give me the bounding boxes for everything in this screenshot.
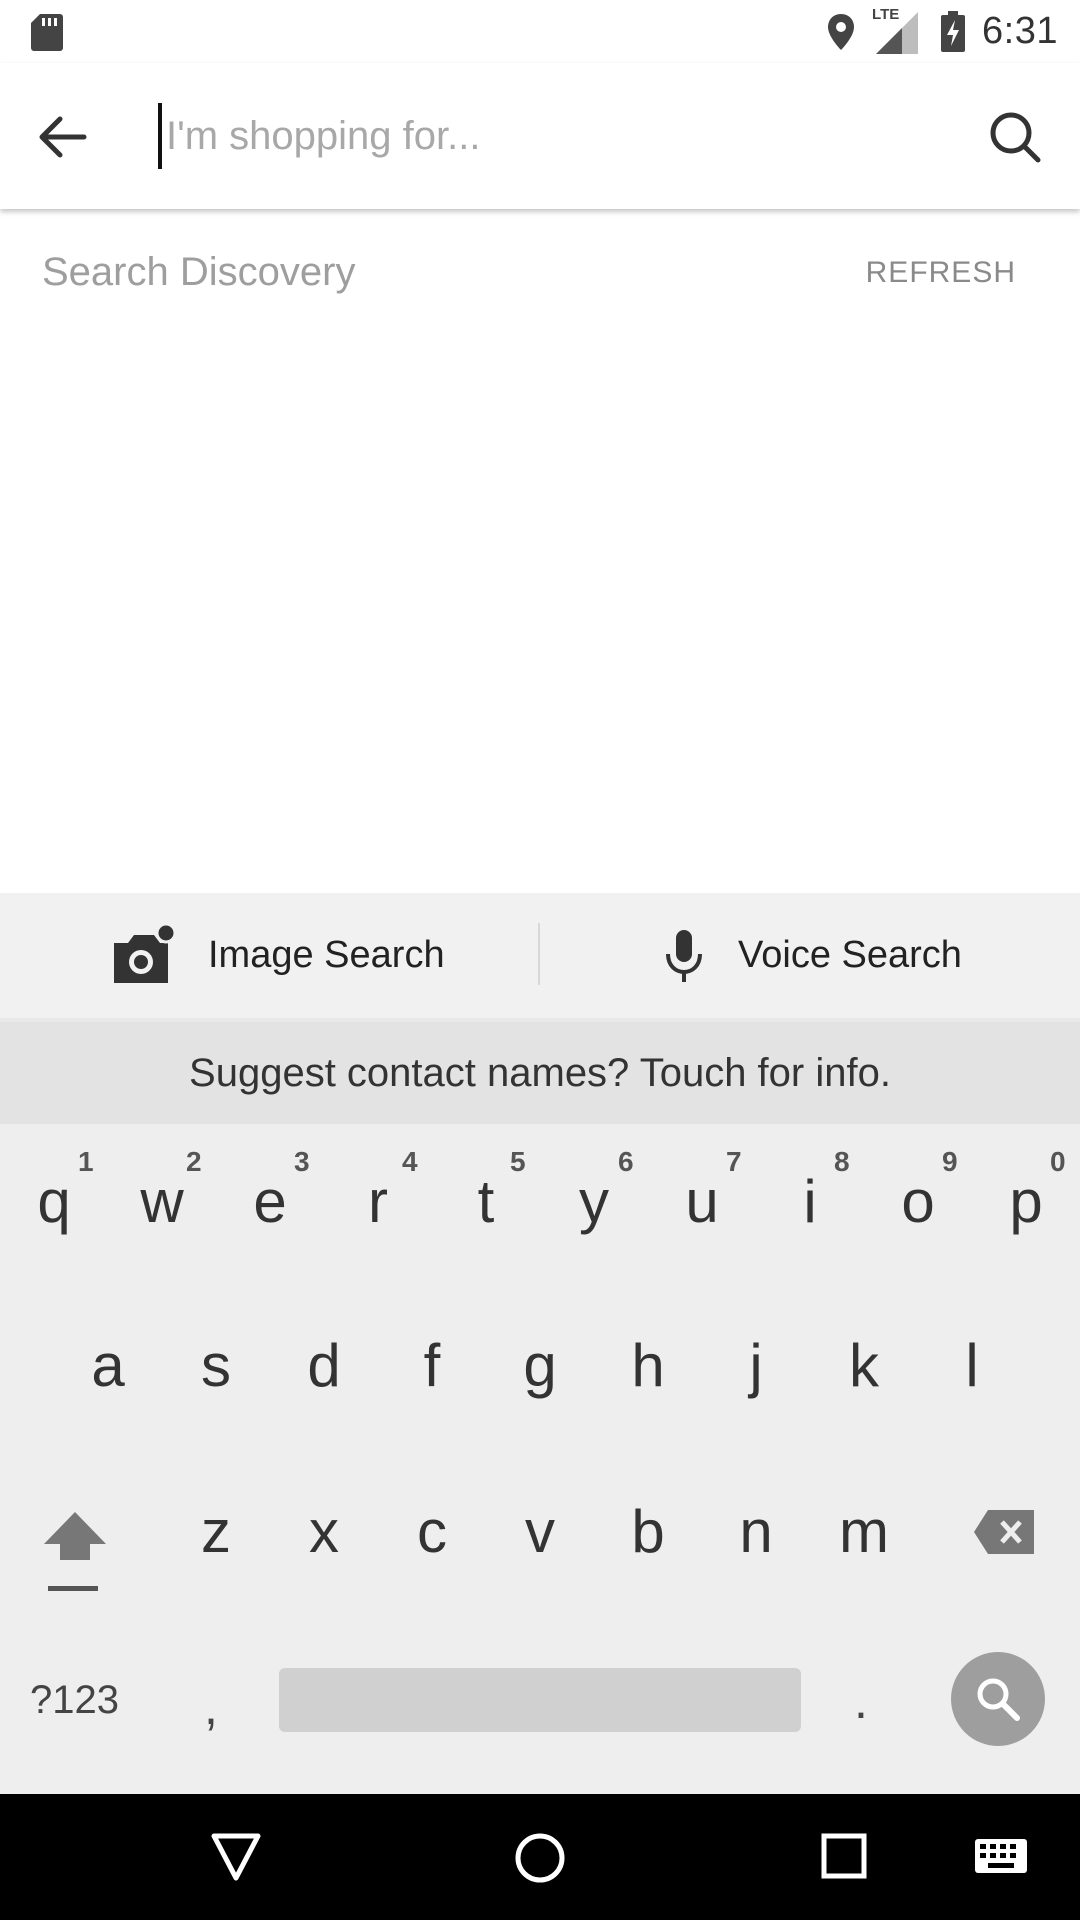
key-k[interactable]: k	[810, 1336, 918, 1396]
keyboard-icon[interactable]	[974, 1838, 1028, 1874]
key-label: a	[91, 1332, 125, 1399]
sd-card-icon	[31, 14, 63, 51]
search-discovery-title: Search Discovery	[42, 250, 356, 294]
key-label: o	[901, 1168, 935, 1235]
key-v[interactable]: v	[486, 1502, 594, 1562]
key-label: i	[803, 1168, 817, 1235]
status-bar: LTE 6:31	[0, 0, 1080, 63]
key-label: e	[253, 1168, 287, 1235]
key-h[interactable]: h	[594, 1336, 702, 1396]
symbols-key[interactable]: ?123	[30, 1678, 119, 1723]
key-label: p	[1009, 1168, 1043, 1235]
key-q[interactable]: q	[0, 1172, 108, 1232]
key-label: q	[37, 1168, 71, 1235]
key-label: y	[579, 1168, 609, 1235]
key-hint: 6	[618, 1146, 634, 1177]
key-label: c	[417, 1498, 447, 1565]
key-label: d	[307, 1332, 341, 1399]
recents-icon[interactable]	[820, 1832, 868, 1880]
voice-search-label: Voice Search	[738, 934, 962, 976]
image-search-button[interactable]: Image Search	[110, 893, 445, 1018]
key-label: j	[749, 1332, 763, 1399]
comma-key[interactable]: ,	[204, 1678, 218, 1736]
search-icon	[977, 1678, 1020, 1721]
key-c[interactable]: c	[378, 1502, 486, 1562]
key-z[interactable]: z	[162, 1502, 270, 1562]
key-hint: 8	[834, 1146, 850, 1177]
key-x[interactable]: x	[270, 1502, 378, 1562]
key-hint: 9	[942, 1146, 958, 1177]
key-label: v	[525, 1498, 555, 1565]
key-hint: 4	[402, 1146, 418, 1177]
search-enter-key[interactable]	[951, 1652, 1045, 1746]
key-label: h	[631, 1332, 665, 1399]
clock: 6:31	[982, 10, 1058, 52]
back-arrow-icon[interactable]	[30, 105, 94, 169]
key-label: k	[849, 1332, 879, 1399]
voice-search-button[interactable]: Voice Search	[660, 893, 962, 1018]
location-icon	[828, 13, 855, 50]
key-e[interactable]: e	[216, 1172, 324, 1232]
camera-icon	[114, 924, 177, 983]
key-label: t	[477, 1168, 495, 1235]
key-hint: 2	[186, 1146, 202, 1177]
key-label: f	[423, 1332, 441, 1399]
key-a[interactable]: a	[54, 1336, 162, 1396]
key-label: l	[965, 1332, 979, 1399]
refresh-button[interactable]: REFRESH	[866, 256, 1016, 290]
key-hint: 1	[78, 1146, 94, 1177]
battery-charging-icon	[941, 10, 966, 52]
navigation-bar	[0, 1794, 1080, 1920]
back-icon[interactable]	[210, 1832, 262, 1882]
tools-divider	[538, 923, 540, 985]
home-icon[interactable]	[514, 1832, 566, 1884]
period-key[interactable]: .	[854, 1672, 868, 1730]
key-j[interactable]: j	[702, 1336, 810, 1396]
suggestion-strip[interactable]: Suggest contact names? Touch for info.	[0, 1022, 1080, 1124]
microphone-icon	[666, 929, 702, 982]
key-label: b	[631, 1498, 665, 1565]
search-tools-bar: Image Search Voice Search	[0, 893, 1080, 1022]
key-w[interactable]: w	[108, 1172, 216, 1232]
image-search-label: Image Search	[208, 934, 445, 976]
signal-icon: LTE	[872, 5, 922, 56]
key-m[interactable]: m	[810, 1502, 918, 1562]
search-header	[0, 63, 1080, 209]
key-label: m	[839, 1498, 889, 1565]
key-f[interactable]: f	[378, 1336, 486, 1396]
key-i[interactable]: i	[756, 1172, 864, 1232]
key-hint: 0	[1050, 1146, 1066, 1177]
key-g[interactable]: g	[486, 1336, 594, 1396]
search-icon[interactable]	[986, 108, 1044, 166]
key-l[interactable]: l	[918, 1336, 1026, 1396]
key-hint: 3	[294, 1146, 310, 1177]
key-label: u	[685, 1168, 719, 1235]
shift-key[interactable]	[40, 1506, 110, 1596]
key-label: x	[309, 1498, 339, 1565]
key-label: n	[739, 1498, 773, 1565]
key-hint: 7	[726, 1146, 742, 1177]
network-type: LTE	[872, 5, 900, 23]
key-label: r	[368, 1168, 388, 1235]
key-label: z	[201, 1498, 231, 1565]
key-label: s	[201, 1332, 231, 1399]
key-s[interactable]: s	[162, 1336, 270, 1396]
key-r[interactable]: r	[324, 1172, 432, 1232]
keyboard: Suggest contact names? Touch for info. q…	[0, 1022, 1080, 1794]
key-b[interactable]: b	[594, 1502, 702, 1562]
key-n[interactable]: n	[702, 1502, 810, 1562]
key-label: g	[523, 1332, 557, 1399]
key-t[interactable]: t	[432, 1172, 540, 1232]
space-key[interactable]	[279, 1668, 801, 1732]
key-hint: 5	[510, 1146, 526, 1177]
key-p[interactable]: p	[972, 1172, 1080, 1232]
key-u[interactable]: u	[648, 1172, 756, 1232]
search-input[interactable]	[158, 103, 958, 169]
key-o[interactable]: o	[864, 1172, 972, 1232]
key-y[interactable]: y	[540, 1172, 648, 1232]
key-label: w	[140, 1168, 184, 1235]
backspace-key[interactable]	[972, 1508, 1036, 1556]
key-d[interactable]: d	[270, 1336, 378, 1396]
